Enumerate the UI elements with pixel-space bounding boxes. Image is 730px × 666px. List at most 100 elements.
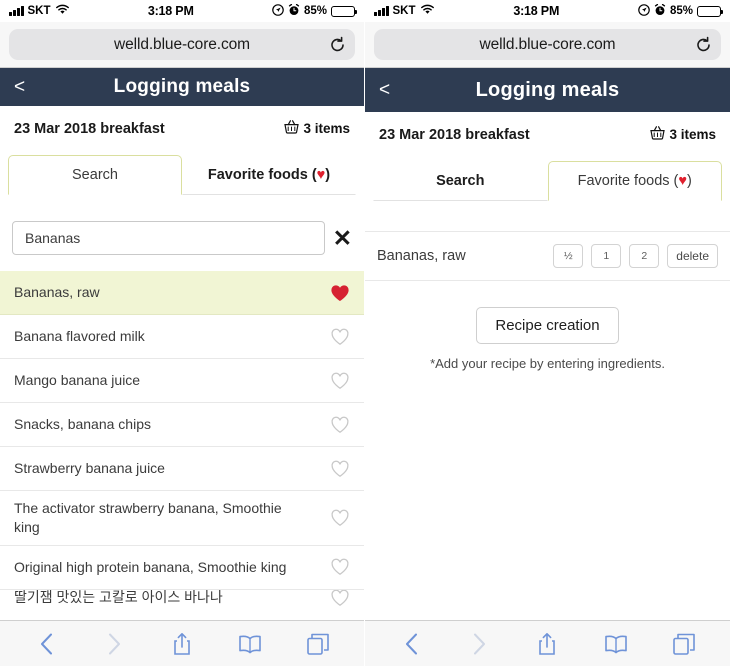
favorite-heart-outline-icon[interactable] [330, 509, 350, 527]
url-text: welld.blue-core.com [479, 35, 616, 53]
url-input[interactable]: welld.blue-core.com [374, 29, 721, 60]
favorite-heart-outline-icon[interactable] [330, 416, 350, 434]
basket-icon [284, 120, 300, 137]
favorite-heart-outline-icon[interactable] [330, 558, 350, 576]
favorite-heart-outline-icon[interactable] [330, 372, 350, 390]
browser-toolbar [0, 620, 364, 666]
result-name: Original high protein banana, Smoothie k… [14, 558, 287, 575]
url-text: welld.blue-core.com [114, 35, 250, 53]
list-item[interactable]: Mango banana juice [0, 359, 364, 403]
meal-title: 23 Mar 2018 breakfast [379, 126, 530, 143]
recipe-creation-button[interactable]: Recipe creation [476, 307, 619, 344]
clock-label: 3:18 PM [147, 4, 194, 18]
status-bar-right: 85% [272, 3, 358, 19]
clear-search-icon[interactable]: ✕ [333, 226, 352, 250]
tab-favorite-foods-label: Favorite foods ( [577, 173, 679, 189]
share-icon[interactable] [170, 632, 194, 656]
result-name: Strawberry banana juice [14, 460, 165, 477]
search-results-list: Bananas, raw Banana flavored milk Mango … [0, 271, 364, 620]
browser-back-icon[interactable] [399, 632, 423, 656]
tab-favorite-foods[interactable]: Favorite foods (♥) [547, 161, 722, 201]
browser-forward-icon [467, 632, 491, 656]
favorites-list: Bananas, raw ½ 1 2 delete [365, 231, 730, 281]
page-title: Logging meals [475, 78, 620, 101]
status-bar-left: SKT [9, 4, 70, 18]
result-name: The activator strawberry banana, Smoothi… [14, 500, 282, 535]
basket-summary[interactable]: 3 items [650, 126, 716, 143]
cellular-bars-icon [9, 5, 24, 16]
app-navbar: < Logging meals [0, 68, 364, 106]
tab-bar: Search Favorite foods (♥) [373, 161, 722, 201]
battery-icon [331, 5, 358, 17]
battery-percent-label: 85% [669, 5, 693, 17]
tab-favorite-foods[interactable]: Favorite foods (♥) [182, 155, 356, 195]
favorite-heart-filled-icon[interactable] [330, 284, 350, 302]
tabs-overview-icon[interactable] [672, 632, 696, 656]
quantity-two-button[interactable]: 2 [629, 244, 660, 268]
app-back-button[interactable]: < [379, 81, 390, 100]
list-item[interactable]: Bananas, raw [0, 271, 364, 315]
wifi-icon [420, 4, 435, 18]
tab-bar: Search Favorite foods (♥) [8, 155, 356, 195]
quantity-half-button[interactable]: ½ [553, 244, 584, 268]
app-navbar: < Logging meals [365, 68, 730, 112]
location-arrow-icon [272, 3, 284, 19]
list-item[interactable]: Snacks, banana chips [0, 403, 364, 447]
status-bar: SKT 3:18 PM 85% [365, 0, 730, 22]
basket-items-count: 3 items [303, 121, 350, 136]
list-item[interactable]: 딸기잼 맛있는 고칼로 아이스 바나나 [0, 589, 364, 606]
basket-summary[interactable]: 3 items [284, 120, 350, 137]
list-item: Bananas, raw ½ 1 2 delete [365, 232, 730, 281]
tab-favorite-foods-label-suffix: ) [325, 167, 331, 183]
result-name: Banana flavored milk [14, 328, 145, 345]
alarm-clock-icon [654, 3, 666, 19]
browser-url-bar-container: welld.blue-core.com [365, 22, 730, 68]
alarm-clock-icon [288, 3, 300, 19]
reload-icon[interactable] [329, 36, 346, 53]
share-icon[interactable] [535, 632, 559, 656]
browser-toolbar [365, 620, 730, 666]
meal-summary-row: 23 Mar 2018 breakfast 3 items [0, 106, 364, 147]
clock-label: 3:18 PM [513, 4, 560, 18]
favorite-food-name: Bananas, raw [377, 248, 466, 264]
page-title: Logging meals [113, 76, 251, 97]
left-phone-screen: SKT 3:18 PM 85% welld.blue-core.com < Lo… [0, 0, 365, 666]
list-item[interactable]: Original high protein banana, Smoothie k… [0, 546, 364, 590]
carrier-label: SKT [392, 5, 416, 17]
tab-favorite-foods-label-suffix: ) [687, 173, 692, 189]
heart-icon: ♥ [678, 173, 687, 189]
quantity-one-button[interactable]: 1 [591, 244, 622, 268]
result-name: Snacks, banana chips [14, 416, 151, 433]
browser-forward-icon [102, 632, 126, 656]
tabs-overview-icon[interactable] [306, 632, 330, 656]
url-input[interactable]: welld.blue-core.com [9, 29, 355, 60]
bookmarks-book-icon[interactable] [604, 632, 628, 656]
search-input[interactable]: Bananas [12, 221, 325, 255]
list-item[interactable]: Strawberry banana juice [0, 447, 364, 491]
list-item[interactable]: The activator strawberry banana, Smoothi… [0, 491, 364, 546]
result-name: Bananas, raw [14, 284, 100, 301]
heart-icon: ♥ [316, 167, 326, 183]
recipe-hint-text: *Add your recipe by entering ingredients… [430, 356, 665, 371]
bookmarks-book-icon[interactable] [238, 632, 262, 656]
favorite-heart-outline-icon[interactable] [330, 328, 350, 346]
location-arrow-icon [638, 3, 650, 19]
app-back-button[interactable]: < [14, 78, 25, 97]
tab-search-label: Search [436, 173, 485, 189]
search-input-value: Bananas [25, 230, 81, 246]
search-row: Bananas ✕ [12, 221, 352, 255]
list-item[interactable]: Banana flavored milk [0, 315, 364, 359]
meal-title: 23 Mar 2018 breakfast [14, 120, 165, 137]
favorite-heart-outline-icon[interactable] [330, 589, 350, 606]
basket-icon [650, 126, 666, 143]
delete-favorite-button[interactable]: delete [667, 244, 718, 268]
reload-icon[interactable] [695, 36, 712, 53]
status-bar: SKT 3:18 PM 85% [0, 0, 364, 22]
result-name: 딸기잼 맛있는 고칼로 아이스 바나나 [14, 589, 223, 606]
wifi-icon [55, 4, 70, 18]
battery-icon [697, 5, 724, 17]
favorite-heart-outline-icon[interactable] [330, 460, 350, 478]
browser-back-icon[interactable] [34, 632, 58, 656]
tab-search[interactable]: Search [8, 155, 182, 195]
tab-search[interactable]: Search [373, 161, 548, 201]
